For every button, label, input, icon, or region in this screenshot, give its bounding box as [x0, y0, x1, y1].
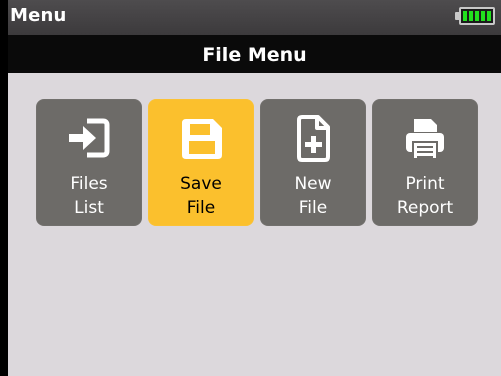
battery-cell	[463, 11, 467, 21]
print-report-button[interactable]: Print Report	[372, 99, 478, 226]
tile-label: Save File	[148, 172, 254, 220]
status-bar-title: Menu	[10, 5, 67, 26]
status-bar: Menu	[8, 0, 501, 35]
save-file-button[interactable]: Save File	[148, 99, 254, 226]
tile-label-line1: New	[294, 174, 332, 194]
tile-label-line1: Files	[70, 174, 108, 194]
tile-label: Print Report	[372, 172, 478, 220]
save-icon	[182, 119, 222, 159]
device-screen: Menu File Menu Files List Save File New …	[8, 0, 501, 376]
files-list-button[interactable]: Files List	[36, 99, 142, 226]
tile-label-line2: Report	[396, 198, 454, 218]
battery-cell	[469, 11, 473, 21]
printer-icon	[406, 119, 444, 160]
battery-cell	[481, 11, 485, 21]
tile-label-line1: Save	[180, 174, 222, 194]
battery-icon	[459, 7, 495, 25]
tile-label-line2: File	[186, 198, 216, 218]
battery-cell	[487, 11, 491, 21]
tile-label-line2: File	[298, 198, 328, 218]
tile-label: Files List	[36, 172, 142, 220]
tile-label-line1: Print	[405, 174, 445, 194]
new-file-icon	[297, 115, 330, 162]
tile-label: New File	[260, 172, 366, 220]
page-title: File Menu	[202, 44, 307, 66]
battery-cell	[475, 11, 479, 21]
sign-in-icon	[69, 118, 110, 158]
tile-label-line2: List	[74, 198, 104, 218]
title-bar: File Menu	[8, 35, 501, 73]
new-file-button[interactable]: New File	[260, 99, 366, 226]
